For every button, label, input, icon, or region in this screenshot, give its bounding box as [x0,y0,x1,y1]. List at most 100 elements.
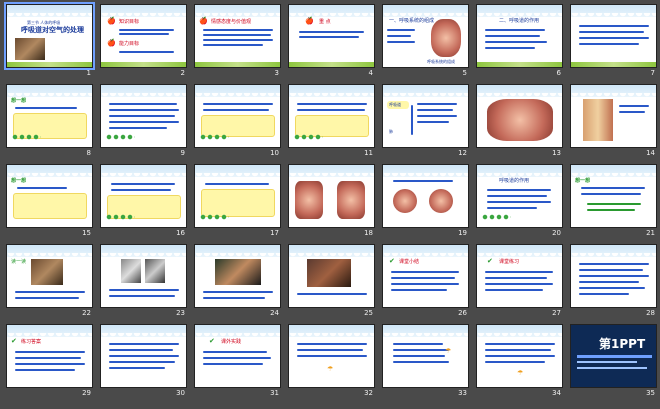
slide-thumbnail-31[interactable]: ✔ 课外实践 31 [194,324,281,400]
slide-title: 二、呼吸道的作用 [499,18,540,24]
slide-title: 呼吸道对空气的处理 [21,26,84,34]
head-section-diagram [295,181,323,219]
slide-number: 31 [270,389,279,397]
slide-number: 32 [364,389,373,397]
slide-number: 35 [646,389,655,397]
slide-thumbnail-26[interactable]: ✔ 课堂小结 26 [382,244,469,320]
slide-thumbnail-13[interactable]: 13 [476,84,563,160]
slide-title: 想一想 [575,178,591,184]
slide-number: 8 [86,149,91,157]
people-photo [307,259,351,287]
slide-thumbnail-17[interactable]: 17 [194,164,281,240]
slide-number: 25 [364,309,373,317]
slide-thumbnail-24[interactable]: 24 [194,244,281,320]
slide-thumbnail-14[interactable]: 14 [570,84,657,160]
slide-thumbnail-12[interactable]: 呼吸道 肺 12 [382,84,469,160]
slide-thumbnail-25[interactable]: 25 [288,244,375,320]
slide-title: 读一读 [11,259,27,265]
larynx-diagram [429,189,453,213]
slide-title: 重 点 [319,19,331,25]
slide-thumbnail-20[interactable]: 呼吸道的作用 20 [476,164,563,240]
larynx-diagram [393,189,417,213]
slide-thumbnail-7[interactable]: 7 [570,4,657,80]
smoker-photo [31,259,63,285]
slide-thumbnail-35[interactable]: 第1PPT 35 [570,324,657,400]
slide-thumbnail-5[interactable]: 一、呼吸系统的组成 呼吸系统的组成 5 [382,4,469,80]
slide-thumbnail-18[interactable]: 18 [288,164,375,240]
slide-number: 20 [552,229,561,237]
slide-thumbnail-28[interactable]: 28 [570,244,657,320]
slide-number: 28 [646,309,655,317]
apple-icon: 🍎 [107,39,116,47]
slide-number: 24 [270,309,279,317]
slide-number: 11 [364,149,373,157]
slide-title: 练习答案 [21,339,42,345]
slide-thumbnail-16[interactable]: 16 [100,164,187,240]
bw-photo [145,259,165,283]
slide-number: 12 [458,149,467,157]
check-icon: ✔ [389,257,395,265]
slide-thumbnail-22[interactable]: 读一读 22 [6,244,93,320]
bw-photo [121,259,141,283]
slide-thumbnail-19[interactable]: 19 [382,164,469,240]
slide-number: 13 [552,149,561,157]
slide-title: 想一想 [11,98,27,104]
slide-thumbnail-15[interactable]: 想一想 15 [6,164,93,240]
slide-subtitle: 能力目标 [119,41,140,47]
slide-number: 22 [82,309,91,317]
slide-number: 23 [176,309,185,317]
slide-number: 14 [646,149,655,157]
slide-thumbnail-6[interactable]: 二、呼吸道的作用 6 [476,4,563,80]
slide-thumbnail-8[interactable]: 想一想 8 [6,84,93,160]
slide-number: 10 [270,149,279,157]
slide-number: 17 [270,229,279,237]
umbrella-icon: ☂ [517,369,524,377]
slide-number: 2 [180,69,185,77]
slide-number: 21 [646,229,655,237]
slide-number: 30 [176,389,185,397]
tree-label-lung: 肺 [389,129,393,134]
slide-number: 15 [82,229,91,237]
check-icon: ✔ [11,337,17,345]
slide-thumbnail-4[interactable]: 🍎 重 点 4 [288,4,375,80]
slide-thumbnail-23[interactable]: 23 [100,244,187,320]
slide-1-canvas: 第三节 人体的呼吸 呼吸道对空气的处理 [4,2,95,70]
slide-thumbnail-11[interactable]: 11 [288,84,375,160]
apple-icon: 🍎 [305,17,314,25]
face-photo [215,259,261,285]
check-icon: ✔ [209,337,215,345]
slide-number: 6 [556,69,561,77]
slide-title: 知识目标 [119,19,140,25]
slide-number: 4 [368,69,373,77]
slide-title: 情感态度与价值观 [211,19,252,25]
slide-thumbnail-3[interactable]: 🍎 情感态度与价值观 3 [194,4,281,80]
lung-diagram [487,99,553,141]
slide-number: 34 [552,389,561,397]
respiratory-diagram [431,19,461,57]
slide-thumbnail-1[interactable]: 第三节 人体的呼吸 呼吸道对空气的处理 1 [4,2,95,80]
slide-thumbnail-10[interactable]: 10 [194,84,281,160]
slide-number: 27 [552,309,561,317]
tree-label-airway: 呼吸道 [389,102,401,107]
highlight-box [13,193,87,219]
slide-title: 课堂练习 [499,259,520,265]
slide-footer [7,62,92,67]
header-band [7,5,92,18]
slide-thumbnail-2[interactable]: 🍎 知识目标 🍎 能力目标 2 [100,4,187,80]
slide-thumbnail-21[interactable]: 想一想 21 [570,164,657,240]
slide-number: 1 [86,69,91,77]
diagram-caption: 呼吸系统的组成 [427,59,455,64]
slide-thumbnail-29[interactable]: ✔ 练习答案 29 [6,324,93,400]
slide-title: 一、呼吸系统的组成 [389,18,435,24]
slide-thumbnail-32[interactable]: ☂ 32 [288,324,375,400]
slide-number: 19 [458,229,467,237]
slide-thumbnail-34[interactable]: ☂ 34 [476,324,563,400]
slide-number: 33 [458,389,467,397]
slide-thumbnail-27[interactable]: ✔ 课堂练习 27 [476,244,563,320]
slide-title: 课堂小结 [399,259,420,265]
slide-thumbnail-9[interactable]: 9 [100,84,187,160]
umbrella-icon: ☂ [327,365,334,373]
check-icon: ✔ [487,257,493,265]
slide-thumbnail-30[interactable]: 30 [100,324,187,400]
slide-thumbnail-33[interactable]: ☂ 33 [382,324,469,400]
